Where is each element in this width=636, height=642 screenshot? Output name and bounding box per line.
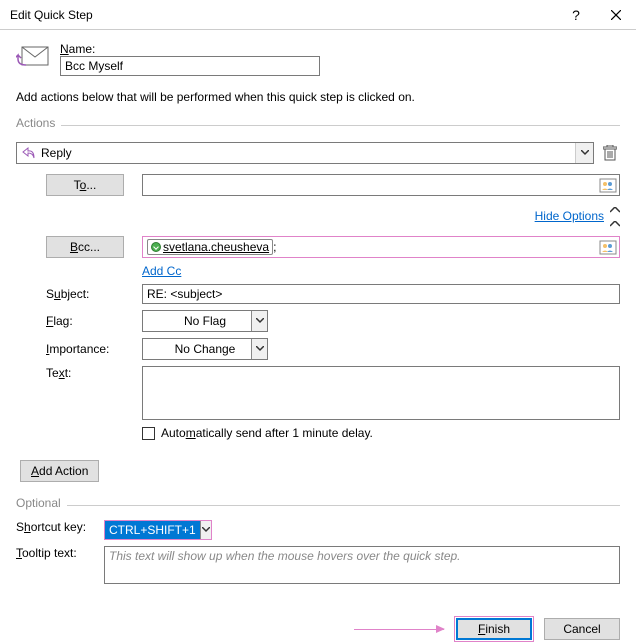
tooltip-label: Tooltip text: <box>16 546 94 560</box>
bcc-recipient-chip[interactable]: svetlana.cheusheva <box>147 239 273 255</box>
titlebar: Edit Quick Step ? <box>0 0 636 30</box>
tooltip-textarea[interactable]: This text will show up when the mouse ho… <box>104 546 620 584</box>
divider <box>67 505 620 506</box>
chevron-down-icon <box>251 311 267 331</box>
name-input[interactable] <box>60 56 320 76</box>
chevron-up-icon <box>610 202 620 230</box>
address-book-icon <box>599 238 617 256</box>
hide-options-link[interactable]: Hide Options <box>535 209 604 223</box>
importance-label: Importance: <box>46 342 132 356</box>
close-icon <box>611 10 621 20</box>
text-label: Text: <box>46 366 132 380</box>
optional-label: Optional <box>16 496 61 510</box>
to-field[interactable] <box>142 174 620 196</box>
chevron-down-icon <box>575 143 593 163</box>
autosend-label: Automatically send after 1 minute delay. <box>161 426 373 440</box>
reply-envelope-icon <box>16 45 52 73</box>
add-action-button[interactable]: Add Action <box>20 460 99 482</box>
add-cc-link[interactable]: Add Cc <box>142 264 620 278</box>
chevron-down-icon <box>251 339 267 359</box>
flag-select[interactable]: No Flag <box>142 310 268 332</box>
close-button[interactable] <box>596 0 636 30</box>
reply-arrow-icon <box>21 146 37 160</box>
subject-label: Subject: <box>46 287 132 301</box>
subject-input[interactable] <box>142 284 620 304</box>
address-book-icon <box>599 176 617 194</box>
chevron-down-icon <box>200 521 211 539</box>
trash-icon <box>603 145 617 161</box>
actions-label: Actions <box>16 116 55 130</box>
instructions-text: Add actions below that will be performed… <box>16 90 620 104</box>
bcc-button[interactable]: Bcc... <box>46 236 124 258</box>
finish-button[interactable]: Finish <box>456 618 532 640</box>
delete-action-button[interactable] <box>600 143 620 163</box>
autosend-checkbox[interactable] <box>142 427 155 440</box>
action-select[interactable]: Reply <box>16 142 594 164</box>
name-label: Name: <box>60 42 620 56</box>
bcc-field[interactable]: svetlana.cheusheva ; <box>142 236 620 258</box>
to-button[interactable]: To... <box>46 174 124 196</box>
annotation-arrow <box>354 629 444 630</box>
shortcut-label: Shortcut key: <box>16 520 94 534</box>
importance-select[interactable]: No Change <box>142 338 268 360</box>
cancel-button[interactable]: Cancel <box>544 618 620 640</box>
help-button[interactable]: ? <box>556 0 596 30</box>
flag-label: Flag: <box>46 314 132 328</box>
text-textarea[interactable] <box>142 366 620 420</box>
presence-available-icon <box>151 242 161 252</box>
shortcut-select[interactable]: CTRL+SHIFT+1 <box>104 520 212 540</box>
window-title: Edit Quick Step <box>10 8 556 22</box>
divider <box>61 125 620 126</box>
